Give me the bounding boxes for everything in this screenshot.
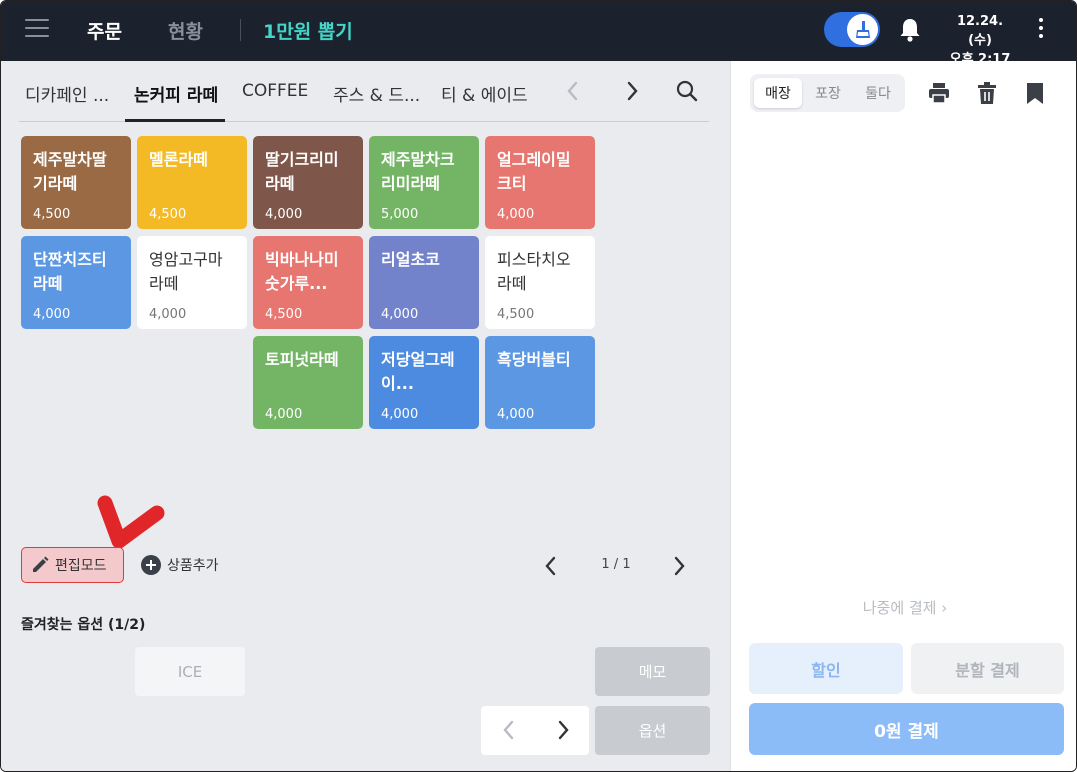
segment-dine-in[interactable]: 매장 — [754, 78, 802, 108]
date-text: 12.24. (수) — [956, 14, 1004, 48]
product-price: 4,000 — [149, 307, 187, 322]
product-price: 4,000 — [265, 407, 303, 422]
product-tile[interactable]: 저당얼그레이... 4,000 — [369, 336, 479, 429]
option-prev-icon[interactable] — [499, 719, 519, 741]
add-product-label: 상품추가 — [167, 558, 219, 574]
product-tile[interactable]: 제주말차크리미라떼 5,000 — [369, 136, 479, 229]
product-price: 4,000 — [497, 207, 535, 222]
product-name: 리얼초코 — [381, 250, 440, 269]
option-next-icon[interactable] — [553, 719, 573, 741]
search-icon[interactable] — [675, 79, 699, 103]
favorite-options-title: 즐겨찾는 옵션 (1/2) — [21, 617, 146, 633]
product-tile[interactable]: 토피넛라떼 4,000 — [253, 336, 363, 429]
product-price: 4,500 — [33, 207, 71, 222]
product-tile[interactable]: 제주말차딸기라떼 4,500 — [21, 136, 131, 229]
product-name: 얼그레이밀크티 — [497, 150, 571, 193]
plus-icon — [141, 555, 161, 575]
page-next-icon[interactable] — [669, 555, 689, 577]
category-active-indicator — [125, 119, 225, 122]
top-bar: 주문 현황 1만원 뽑기 12.24. (수) 오후 2:17 — [1, 1, 1076, 67]
category-tab-decaf[interactable]: 디카페인 ... — [25, 81, 109, 106]
product-price: 4,000 — [381, 407, 419, 422]
category-tab-juice[interactable]: 주스 & 드... — [333, 81, 420, 106]
category-tabs: 디카페인 ... 논커피 라떼 COFFEE 주스 & 드... 티 & 에이드 — [1, 61, 730, 123]
product-name: 단짠치즈티라떼 — [33, 250, 107, 293]
pay-button[interactable]: 0원 결제 — [749, 703, 1064, 755]
tab-lottery[interactable]: 1만원 뽑기 — [263, 17, 353, 44]
product-name: 제주말차딸기라떼 — [33, 150, 107, 193]
edit-mode-label: 편집모드 — [55, 558, 107, 574]
product-name: 흑당버블티 — [497, 350, 571, 369]
product-name: 빅바나나미숫가루... — [265, 250, 339, 293]
product-name: 제주말차크리미라떼 — [381, 150, 455, 193]
edit-mode-button[interactable]: 편집모드 — [21, 547, 124, 583]
product-tile[interactable]: 얼그레이밀크티 4,000 — [485, 136, 595, 229]
product-tile[interactable]: 영암고구마라떼 4,000 — [137, 236, 247, 329]
product-price: 4,000 — [265, 207, 303, 222]
product-price: 4,500 — [265, 307, 303, 322]
add-product-button[interactable]: 상품추가 — [141, 553, 219, 577]
tab-order[interactable]: 주문 — [87, 17, 122, 44]
nav-divider — [240, 19, 241, 41]
more-vertical-icon[interactable] — [1037, 18, 1045, 42]
cleaning-icon — [847, 14, 878, 45]
page-prev-icon[interactable] — [541, 555, 561, 577]
toggle-switch[interactable] — [824, 12, 880, 47]
page-indicator: 1 / 1 — [601, 557, 631, 572]
category-baseline — [19, 121, 709, 122]
chevron-right-icon[interactable] — [622, 79, 642, 103]
split-payment-button[interactable]: 분할 결제 — [911, 643, 1064, 694]
product-tile[interactable]: 리얼초코 4,000 — [369, 236, 479, 329]
product-name: 영암고구마라떼 — [149, 250, 223, 293]
menu-icon[interactable] — [25, 19, 49, 41]
ice-option-button[interactable]: ICE — [135, 647, 245, 696]
bookmark-icon[interactable] — [1023, 81, 1047, 105]
memo-button[interactable]: 메모 — [595, 647, 710, 696]
pencil-icon — [33, 556, 49, 572]
printer-icon[interactable] — [927, 81, 951, 105]
pay-later-link[interactable]: 나중에 결제 › — [731, 597, 1076, 618]
product-tile[interactable]: 빅바나나미숫가루... 4,500 — [253, 236, 363, 329]
product-price: 4,000 — [497, 407, 535, 422]
category-tab-tea-ade[interactable]: 티 & 에이드 — [441, 81, 528, 106]
product-price: 5,000 — [381, 207, 419, 222]
order-type-selector: 매장 포장 둘다 — [750, 74, 905, 112]
product-tile[interactable]: 단짠치즈티라떼 4,000 — [21, 236, 131, 329]
trash-icon[interactable] — [975, 81, 999, 105]
product-name: 멜론라떼 — [149, 150, 208, 169]
app-window: 주문 현황 1만원 뽑기 12.24. (수) 오후 2:17 디카페인 ...… — [0, 0, 1077, 772]
segment-takeout[interactable]: 포장 — [804, 78, 852, 108]
discount-button[interactable]: 할인 — [749, 643, 903, 694]
product-tile[interactable]: 피스타치오라떼 4,500 — [485, 236, 595, 329]
product-tile[interactable]: 흑당버블티 4,000 — [485, 336, 595, 429]
option-button[interactable]: 옵션 — [595, 706, 710, 755]
segment-both[interactable]: 둘다 — [854, 78, 902, 108]
product-price: 4,500 — [497, 307, 535, 322]
category-tab-noncoffee-latte[interactable]: 논커피 라떼 — [134, 81, 218, 106]
menu-panel: 디카페인 ... 논커피 라떼 COFFEE 주스 & 드... 티 & 에이드… — [1, 61, 730, 771]
product-tile[interactable]: 딸기크리미라떼 4,000 — [253, 136, 363, 229]
product-name: 피스타치오라떼 — [497, 250, 571, 293]
product-price: 4,000 — [33, 307, 71, 322]
product-name: 딸기크리미라떼 — [265, 150, 339, 193]
category-tab-coffee[interactable]: COFFEE — [242, 81, 308, 101]
option-pager — [481, 706, 589, 755]
order-panel: 매장 포장 둘다 나중에 결제 › 할인 분할 결제 0원 결제 — [730, 61, 1076, 771]
product-price: 4,000 — [381, 307, 419, 322]
product-name: 토피넛라떼 — [265, 350, 339, 369]
tab-status[interactable]: 현황 — [168, 17, 203, 44]
product-name: 저당얼그레이... — [381, 350, 455, 393]
product-price: 4,500 — [149, 207, 187, 222]
product-tile[interactable]: 멜론라떼 4,500 — [137, 136, 247, 229]
chevron-left-icon[interactable] — [563, 79, 583, 103]
bell-icon[interactable] — [898, 17, 922, 43]
